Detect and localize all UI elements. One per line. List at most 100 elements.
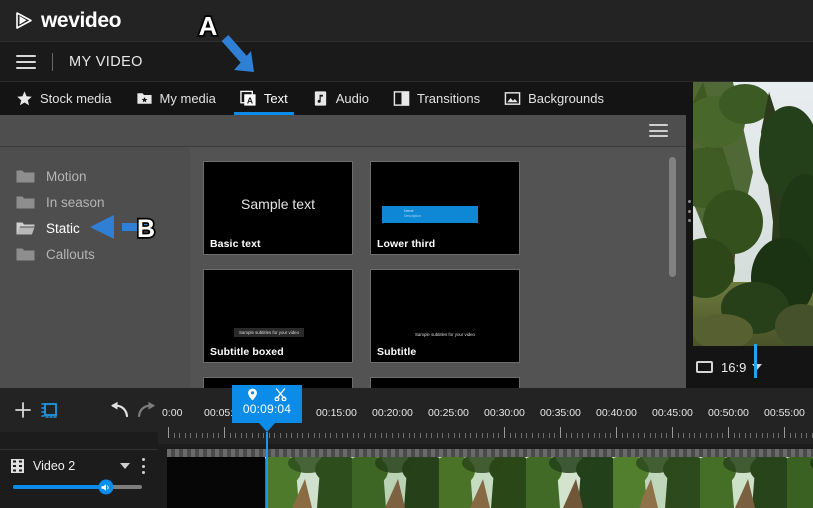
ruler-tick-label: 00:35:00 <box>540 407 581 419</box>
template-card-lower-third[interactable]: Name Description Lower third <box>370 161 520 255</box>
playhead-pointer <box>259 423 275 432</box>
category-sidebar: Motion In season Static Callouts <box>0 147 190 388</box>
folder-star-icon <box>136 93 152 104</box>
clip-thumbnail <box>340 457 450 508</box>
hamburger-options-icon[interactable] <box>649 124 668 137</box>
divider <box>52 52 53 71</box>
ruler-tick-label: 00:55:00 <box>764 407 805 419</box>
preview-frame-image <box>693 82 813 346</box>
clip-thumbnails <box>253 457 813 508</box>
music-note-icon <box>314 91 326 106</box>
redo-arrow-icon[interactable] <box>136 401 158 419</box>
sidebar-item-motion[interactable]: Motion <box>0 163 190 189</box>
panel-body: Motion In season Static Callouts Sample … <box>0 147 686 388</box>
folder-closed-icon <box>16 248 35 260</box>
tab-audio[interactable]: Audio <box>310 82 371 115</box>
template-card-partial[interactable] <box>370 377 520 388</box>
location-pin-icon[interactable] <box>247 388 258 401</box>
sidebar-item-label: Static <box>46 220 80 236</box>
tab-label: Backgrounds <box>528 91 604 106</box>
aspect-ratio-label: 16:9 <box>721 359 747 375</box>
sidebar-item-label: Motion <box>46 168 87 184</box>
panel-scrollbar[interactable] <box>669 157 676 357</box>
film-strip-icon <box>11 459 24 473</box>
template-card-subtitle[interactable]: Sample subtitles for your video Subtitle <box>370 269 520 363</box>
clip-thumbnail <box>775 457 813 508</box>
video-preview-panel: 16:9 <box>686 82 813 388</box>
scissors-icon[interactable] <box>274 387 287 401</box>
media-tabs: Stock media My media A Text Audio Transi… <box>0 82 686 115</box>
clip-black-segment <box>167 457 265 508</box>
play-triangle-icon <box>16 11 32 29</box>
ruler-ticks <box>158 427 813 438</box>
annotation-label-a: A <box>199 11 218 41</box>
tab-backgrounds[interactable]: Backgrounds <box>502 82 606 115</box>
folder-open-icon <box>16 222 35 234</box>
folder-closed-icon <box>16 170 35 182</box>
template-name: Basic text <box>210 238 261 250</box>
undo-arrow-icon[interactable] <box>108 401 130 419</box>
tab-transitions[interactable]: Transitions <box>391 82 482 115</box>
volume-slider[interactable] <box>13 479 142 495</box>
clip-thumbnail <box>688 457 798 508</box>
template-card-basic-text[interactable]: Sample text Basic text <box>203 161 353 255</box>
template-preview-text: Sample subtitles for your video <box>414 332 476 337</box>
video-clip[interactable] <box>167 457 813 508</box>
project-bar: MY VIDEO <box>0 42 813 82</box>
template-preview-text: Sample text <box>241 196 315 212</box>
annotation-label-b: B <box>137 215 155 243</box>
template-card-subtitle-boxed[interactable]: Sample subtitles for your video Subtitle… <box>203 269 353 363</box>
caret-down-icon[interactable] <box>120 463 130 469</box>
wevideo-editor: wevideo MY VIDEO Stock media My media A … <box>0 0 813 508</box>
media-browser-panel: Motion In season Static Callouts Sample … <box>0 115 686 388</box>
folder-closed-icon <box>16 196 35 208</box>
plus-icon[interactable] <box>13 400 33 420</box>
speaker-glyph <box>101 483 109 491</box>
clip-thumbnail <box>601 457 711 508</box>
clip-thumbnail <box>427 457 537 508</box>
ruler-tick-label: 00:40:00 <box>596 407 637 419</box>
svg-text:A: A <box>247 95 253 105</box>
track-title-row: Video 2 <box>0 450 158 482</box>
preview-video[interactable] <box>693 82 813 346</box>
template-grid-container: Sample text Basic text Name Description … <box>190 147 686 388</box>
track-lane[interactable] <box>158 449 813 508</box>
track-name: Video 2 <box>33 459 76 473</box>
track-volume-row <box>0 479 158 495</box>
annotation-b: B <box>90 213 157 245</box>
template-grid: Sample text Basic text Name Description … <box>203 161 686 388</box>
drag-dots-icon[interactable] <box>688 200 694 222</box>
playhead-line <box>266 432 268 508</box>
tab-label: Text <box>263 91 288 106</box>
volume-fill <box>13 485 106 489</box>
clip-thumbnail <box>514 457 624 508</box>
template-name: Subtitle <box>377 346 417 358</box>
hamburger-menu-icon[interactable] <box>16 54 36 69</box>
image-icon <box>504 92 521 105</box>
kebab-menu-icon[interactable] <box>142 458 146 474</box>
ruler-tick-label: 00:25:00 <box>428 407 469 419</box>
template-name: Subtitle boxed <box>210 346 284 358</box>
scrollbar-thumb[interactable] <box>669 157 676 277</box>
speaker-icon[interactable] <box>98 479 114 495</box>
tab-label: My media <box>159 91 216 106</box>
brand-name: wevideo <box>41 8 122 32</box>
template-preview-text: Sample subtitles for your video <box>234 328 305 337</box>
preview-controls: 16:9 <box>686 346 813 388</box>
star-icon <box>17 91 32 106</box>
ruler-tick-label: 00:30:00 <box>484 407 525 419</box>
clip-handle-strip[interactable] <box>167 449 813 457</box>
ruler-tick-label: 0:00 <box>162 407 183 419</box>
project-title: MY VIDEO <box>69 53 143 70</box>
lower-third-name: Name <box>404 209 414 213</box>
tab-stock-media[interactable]: Stock media <box>14 82 114 115</box>
transition-icon <box>393 91 410 106</box>
ruler-tick-label: 00:45:00 <box>652 407 693 419</box>
playhead-marker[interactable]: 00:09:04 <box>232 385 302 432</box>
crop-selection-icon[interactable] <box>40 400 60 420</box>
lower-third-bar: Name Description <box>382 206 478 223</box>
ruler-tick-label: 00:20:00 <box>372 407 413 419</box>
preview-text-cursor <box>754 344 757 378</box>
brand-bar: wevideo <box>0 0 813 42</box>
clip-thumbnail <box>253 457 363 508</box>
